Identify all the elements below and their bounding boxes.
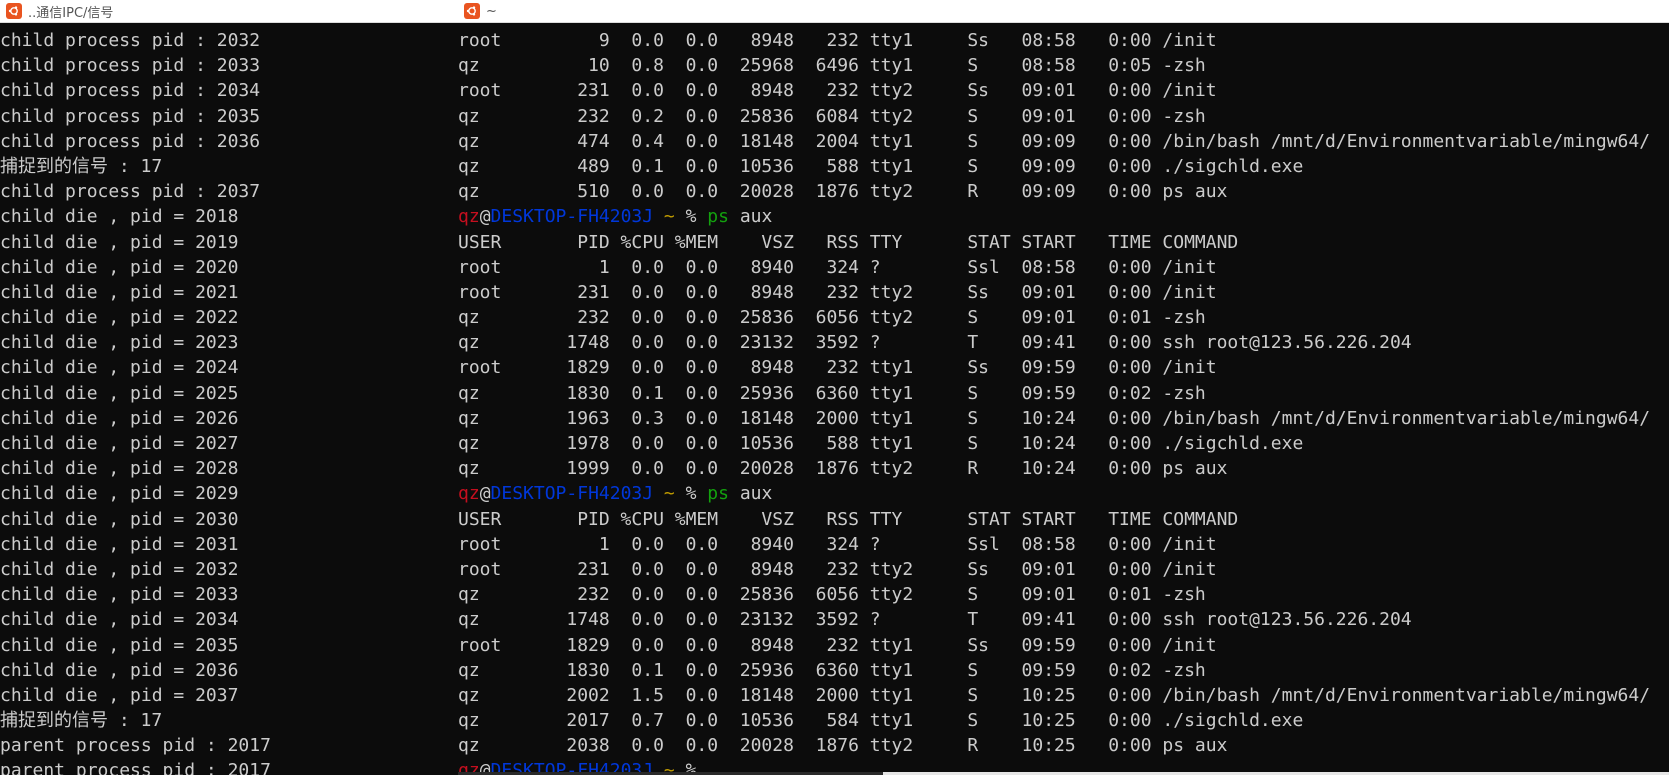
output-line: qz 1978 0.0 0.0 10536 588 tty1 S 10:24 0…: [458, 433, 1304, 454]
prompt-host: DESKTOP-FH4203J: [490, 483, 654, 505]
output-line: root 9 0.0 0.0 8948 232 tty1 Ss 08:58 0:…: [458, 30, 1217, 51]
output-line: qz 2038 0.0 0.0 20028 1876 tty2 R 10:25 …: [458, 735, 1228, 757]
output-line: child die , pid = 2022: [0, 307, 239, 329]
right-title-bar[interactable]: ~: [458, 0, 1669, 23]
prompt-user: qz: [458, 206, 480, 228]
output-line: child die , pid = 2021: [0, 281, 239, 303]
prompt-path: ~: [653, 206, 675, 228]
output-line: parent process pid : 2017: [0, 760, 271, 775]
output-line: child die , pid = 2033: [0, 584, 239, 606]
left-window-title: ..通信IPC/信号: [28, 5, 114, 21]
ubuntu-icon: [464, 3, 480, 19]
output-line: qz 474 0.4 0.0 18148 2004 tty1 S 09:09 0…: [458, 130, 1651, 152]
prompt-at: @: [479, 483, 491, 505]
output-line: qz 1748 0.0 0.0 23132 3592 ? T 09:41 0:0…: [458, 609, 1412, 631]
ubuntu-icon: [6, 3, 22, 19]
output-line: child die , pid = 2035: [0, 634, 239, 656]
output-line: root 231 0.0 0.0 8948 232 tty2 Ss 09:01 …: [458, 281, 1217, 303]
prompt-command: ps: [707, 206, 729, 228]
output-line: child die , pid = 2028: [0, 458, 239, 480]
output-line: child die , pid = 2019: [0, 231, 239, 253]
prompt-host: DESKTOP-FH4203J: [490, 206, 654, 228]
output-line: qz 2002 1.5 0.0 18148 2000 tty1 S 10:25 …: [458, 684, 1651, 706]
left-terminal-output[interactable]: child process pid : 2032 child process pi…: [0, 28, 458, 775]
output-line: child die , pid = 2018: [0, 206, 239, 228]
output-line: root 1829 0.0 0.0 8948 232 tty1 Ss 09:59…: [458, 357, 1217, 379]
output-line: parent process pid : 2017: [0, 735, 271, 757]
output-line: qz 1748 0.0 0.0 23132 3592 ? T 09:41 0:0…: [458, 332, 1412, 354]
prompt-args: aux: [728, 206, 773, 228]
output-line: child process pid : 2037: [0, 181, 261, 203]
output-line: root 231 0.0 0.0 8948 232 tty2 Ss 09:01 …: [458, 558, 1217, 580]
prompt-path: ~: [653, 483, 675, 505]
output-line: USER PID %CPU %MEM VSZ RSS TTY STAT STAR…: [458, 231, 1239, 253]
prompt-args: aux: [728, 483, 773, 505]
output-line: child process pid : 2033: [0, 55, 261, 77]
output-line: qz 489 0.1 0.0 10536 588 tty1 S 09:09 0:…: [458, 155, 1304, 177]
output-line: child die , pid = 2029: [0, 483, 239, 505]
left-terminal-window[interactable]: ..通信IPC/信号 child process pid : 2032 child…: [0, 0, 458, 775]
prompt-symbol: %: [674, 483, 708, 505]
right-window-title: ~: [486, 3, 497, 19]
output-line: child process pid : 2035: [0, 105, 261, 127]
prompt-command: ps: [707, 483, 729, 505]
output-line: child die , pid = 2037: [0, 684, 239, 706]
output-line: child die , pid = 2027: [0, 433, 239, 454]
output-line: qz 1999 0.0 0.0 20028 1876 tty2 R 10:24 …: [458, 458, 1228, 480]
output-line: root 1 0.0 0.0 8940 324 ? Ssl 08:58 0:00…: [458, 256, 1217, 278]
output-line: root 1829 0.0 0.0 8948 232 tty1 Ss 09:59…: [458, 634, 1217, 656]
output-line: qz 232 0.2 0.0 25836 6084 tty2 S 09:01 0…: [458, 105, 1206, 127]
output-line: child die , pid = 2024: [0, 357, 239, 379]
output-line: child die , pid = 2034: [0, 609, 239, 631]
output-line: qz 1963 0.3 0.0 18148 2000 tty1 S 10:24 …: [458, 407, 1651, 429]
left-title-bar[interactable]: ..通信IPC/信号: [0, 0, 458, 23]
output-line: child die , pid = 2036: [0, 659, 239, 681]
prompt-user: qz: [458, 483, 480, 505]
output-line: child die , pid = 2026: [0, 407, 239, 429]
output-line: child process pid : 2034: [0, 80, 261, 102]
output-line: child die , pid = 2031: [0, 533, 239, 555]
prompt-line: qz@DESKTOP-FH4203J ~ % ps aux: [458, 481, 1669, 506]
output-line: root 1 0.0 0.0 8940 324 ? Ssl 08:58 0:00…: [458, 533, 1217, 555]
output-line: 捕捉到的信号 : 17: [0, 710, 163, 732]
output-line: qz 510 0.0 0.0 20028 1876 tty2 R 09:09 0…: [458, 181, 1228, 203]
output-line: qz 2017 0.7 0.0 10536 584 tty1 S 10:25 0…: [458, 710, 1304, 732]
prompt-line: qz@DESKTOP-FH4203J ~ % ps aux: [458, 204, 1669, 229]
output-line: child process pid : 2036: [0, 130, 261, 152]
output-line: qz 232 0.0 0.0 25836 6056 tty2 S 09:01 0…: [458, 307, 1206, 329]
output-line: child die , pid = 2032: [0, 558, 239, 580]
output-line: qz 232 0.0 0.0 25836 6056 tty2 S 09:01 0…: [458, 584, 1206, 606]
output-line: root 231 0.0 0.0 8948 232 tty2 Ss 09:01 …: [458, 80, 1217, 102]
output-line: qz 1830 0.1 0.0 25936 6360 tty1 S 09:59 …: [458, 659, 1206, 681]
output-line: child die , pid = 2025: [0, 382, 239, 404]
prompt-at: @: [479, 206, 491, 228]
output-line: child die , pid = 2020: [0, 256, 239, 278]
right-terminal-window[interactable]: ~ root 9 0.0 0.0 8948 232 tty1 Ss 08:58 …: [458, 0, 1669, 775]
output-line: child die , pid = 2030: [0, 508, 239, 530]
prompt-symbol: %: [674, 206, 708, 228]
output-line: qz 10 0.8 0.0 25968 6496 tty1 S 08:58 0:…: [458, 55, 1206, 77]
output-line: qz 1830 0.1 0.0 25936 6360 tty1 S 09:59 …: [458, 382, 1206, 404]
output-line: 捕捉到的信号 : 17: [0, 155, 163, 177]
output-line: USER PID %CPU %MEM VSZ RSS TTY STAT STAR…: [458, 508, 1239, 530]
right-terminal-output[interactable]: root 9 0.0 0.0 8948 232 tty1 Ss 08:58 0:…: [458, 28, 1669, 775]
output-line: child die , pid = 2023: [0, 332, 239, 354]
output-line: child process pid : 2032: [0, 30, 261, 51]
